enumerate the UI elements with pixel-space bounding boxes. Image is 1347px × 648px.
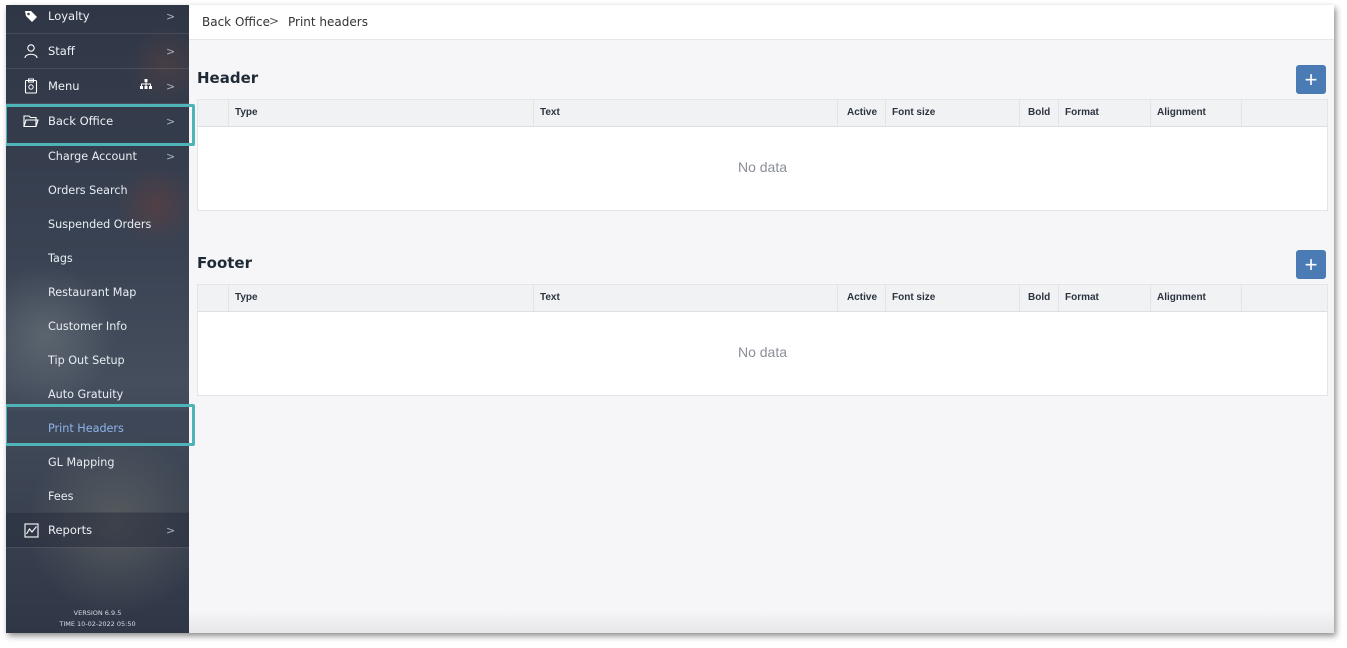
column-header-bold[interactable]: Bold [1020,100,1059,126]
user-icon [23,43,39,59]
column-header-select [198,285,229,311]
sidebar-subitem-label: GL Mapping [48,455,115,469]
sidebar-item-reports[interactable]: Reports > [6,512,189,548]
sidebar-subitem-label: Customer Info [48,319,128,333]
column-header-text[interactable]: Text [534,100,838,126]
sidebar-subitem-suspended-orders[interactable]: Suspended Orders [6,207,189,241]
main-content: Back Office > Print headers Header + Typ… [189,5,1334,633]
breadcrumb-root[interactable]: Back Office [202,15,270,29]
sidebar-item-label: Loyalty [48,9,90,23]
chevron-right-icon: > [166,9,176,23]
empty-state: No data [737,159,788,175]
sidebar-item-loyalty[interactable]: Loyalty > [6,5,189,34]
app-window: Loyalty > Staff > Menu > Back Office > C… [6,5,1334,633]
sidebar-subitem-label: Restaurant Map [48,285,137,299]
sidebar-subitem-label: Suspended Orders [48,217,152,231]
column-header-text[interactable]: Text [534,285,838,311]
sidebar-subitem-restaurant-map[interactable]: Restaurant Map [6,275,189,309]
highlight-print-headers [6,404,195,446]
header-table: Type Text Active Font size Bold Format A… [197,99,1328,211]
sidebar-subitem-fees[interactable]: Fees [6,479,189,513]
sidebar-item-menu[interactable]: Menu > [6,69,189,104]
sidebar-subitem-label: Charge Account [48,149,137,163]
column-header-active[interactable]: Active [838,285,886,311]
column-header-alignment[interactable]: Alignment [1151,285,1242,311]
column-header-actions [1242,285,1327,311]
bottom-shadow [189,611,1334,633]
column-header-font-size[interactable]: Font size [886,285,1020,311]
column-header-type[interactable]: Type [229,100,534,126]
chevron-right-icon: > [166,79,176,93]
tag-icon [23,8,39,24]
add-header-button[interactable]: + [1296,65,1326,94]
sidebar-subitem-tags[interactable]: Tags [6,241,189,275]
sidebar-subitem-label: Orders Search [48,183,128,197]
sidebar-subitem-customer-info[interactable]: Customer Info [6,309,189,343]
chevron-right-icon: > [166,44,176,58]
sidebar-subitem-orders-search[interactable]: Orders Search [6,173,189,207]
column-header-format[interactable]: Format [1059,285,1151,311]
sidebar: Loyalty > Staff > Menu > Back Office > C… [6,5,189,633]
footer-table: Type Text Active Font size Bold Format A… [197,284,1328,396]
sidebar-subitem-label: Auto Gratuity [48,387,124,401]
sidebar-subitem-gl-mapping[interactable]: GL Mapping [6,445,189,479]
table-header-row: Type Text Active Font size Bold Format A… [198,100,1327,127]
empty-state: No data [737,344,788,360]
breadcrumb-current: Print headers [288,15,368,29]
sidebar-item-staff[interactable]: Staff > [6,34,189,69]
column-header-format[interactable]: Format [1059,100,1151,126]
highlight-back-office [6,104,195,146]
column-header-bold[interactable]: Bold [1020,285,1059,311]
table-header-row: Type Text Active Font size Bold Format A… [198,285,1327,312]
chevron-right-icon: > [166,149,176,163]
build-time-label: TIME 10-02-2022 05:50 [59,620,136,628]
column-header-select [198,100,229,126]
sidebar-subitem-label: Tags [48,251,73,265]
sidebar-item-label: Menu [48,79,80,93]
breadcrumb: Back Office > Print headers [189,5,1334,40]
sidebar-item-label: Staff [48,44,75,58]
header-section-title: Header [197,69,259,87]
column-header-active[interactable]: Active [838,100,886,126]
sidebar-item-label: Reports [48,523,93,537]
chart-icon [23,522,39,538]
column-header-alignment[interactable]: Alignment [1151,100,1242,126]
column-header-actions [1242,100,1327,126]
column-header-font-size[interactable]: Font size [886,100,1020,126]
version-label: VERSION 6.9.5 [73,609,122,617]
sidebar-subitem-label: Fees [48,489,74,503]
add-footer-button[interactable]: + [1296,250,1326,279]
footer-section-title: Footer [197,254,252,272]
menu-clipboard-icon [23,78,39,94]
chevron-right-icon: > [166,523,176,537]
breadcrumb-separator: > [269,14,280,28]
hierarchy-icon[interactable] [140,79,152,93]
sidebar-subitem-label: Tip Out Setup [48,353,125,367]
column-header-type[interactable]: Type [229,285,534,311]
sidebar-subitem-tip-out-setup[interactable]: Tip Out Setup [6,343,189,377]
